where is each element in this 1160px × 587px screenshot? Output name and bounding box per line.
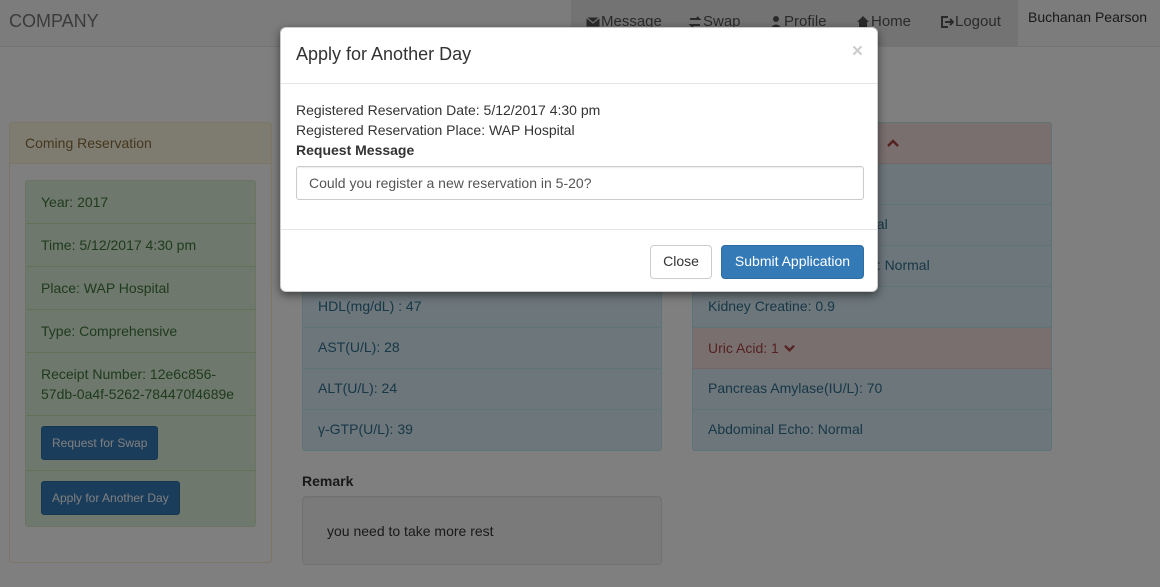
request-message-input[interactable] bbox=[296, 166, 864, 200]
request-message-label: Request Message bbox=[296, 142, 415, 158]
close-icon[interactable]: × bbox=[852, 42, 863, 61]
modal-title: Apply for Another Day bbox=[296, 44, 472, 64]
modal-footer: Close Submit Application bbox=[281, 229, 877, 293]
registered-place: Registered Reservation Place: WAP Hospit… bbox=[296, 122, 575, 138]
registered-date: Registered Reservation Date: 5/12/2017 4… bbox=[296, 102, 601, 118]
close-button[interactable]: Close bbox=[650, 245, 712, 279]
modal-body: Registered Reservation Date: 5/12/2017 4… bbox=[281, 84, 877, 229]
modal-header: Apply for Another Day × bbox=[281, 28, 877, 84]
submit-application-button[interactable]: Submit Application bbox=[721, 245, 864, 279]
apply-another-day-modal: Apply for Another Day × Registered Reser… bbox=[280, 27, 878, 292]
